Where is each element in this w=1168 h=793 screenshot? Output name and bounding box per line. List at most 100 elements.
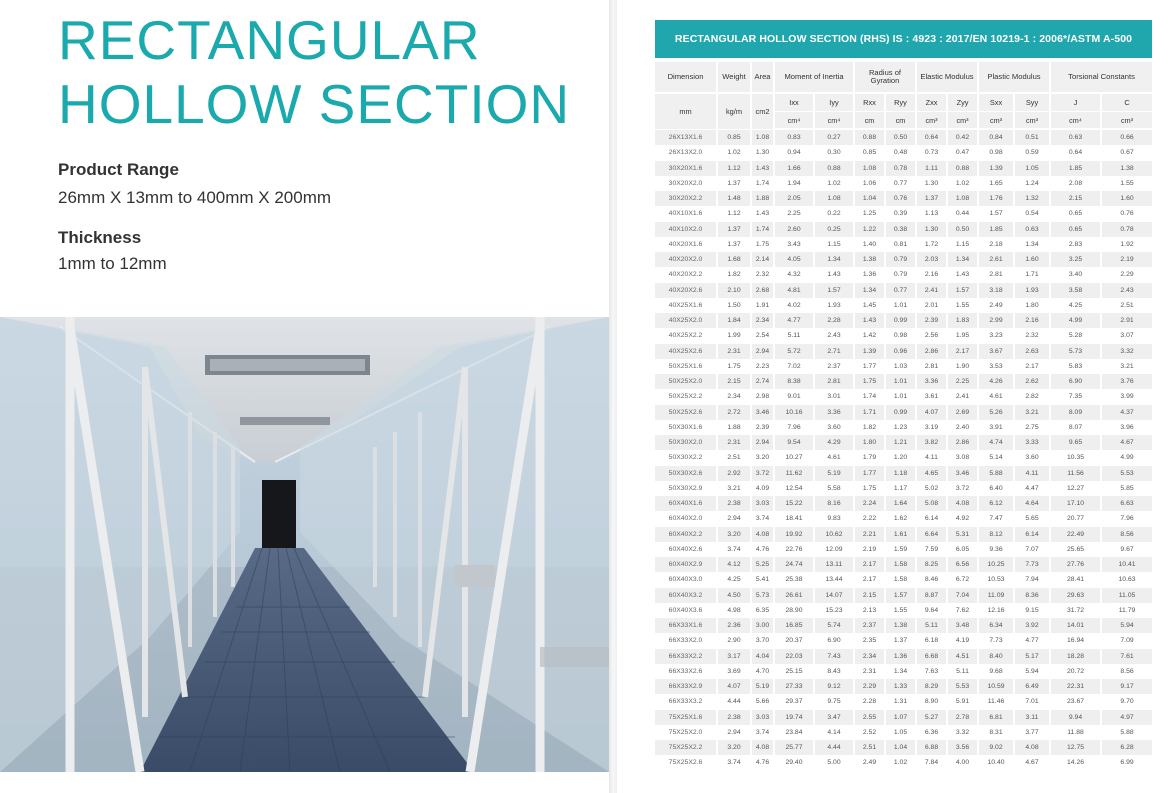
cell-ryy: 1.59: [883, 541, 917, 557]
cell-zyy: 1.08: [946, 191, 979, 207]
cell-weight: 4.07: [716, 679, 751, 695]
symbol-zxx: Zxx: [915, 93, 948, 112]
cell-rxx: 2.31: [853, 663, 885, 679]
cell-dimension: 60X40X2.0: [655, 511, 717, 527]
symbol-syy: Syy: [1013, 93, 1051, 112]
table-row: 66X33X3.2 4.44 5.66 29.37 9.75 2.28 1.31 8.90 5.…: [655, 694, 1153, 710]
cell-syy: 5.65: [1013, 511, 1051, 527]
cell-weight: 4.12: [716, 557, 751, 573]
cell-zyy: 4.00: [946, 755, 979, 771]
product-range-value: 26mm X 13mm to 400mm X 200mm: [58, 188, 332, 207]
cell-dimension: 60X40X1.6: [655, 496, 717, 512]
cell-ixx: 18.41: [773, 511, 814, 527]
cell-ryy: 1.17: [883, 480, 917, 496]
cell-area: 4.76: [750, 541, 774, 557]
cell-ryy: 1.05: [883, 724, 917, 740]
cell-syy: 3.92: [1013, 618, 1051, 634]
cell-syy: 2.63: [1013, 343, 1051, 359]
cell-weight: 1.84: [716, 313, 751, 329]
cell-area: 2.34: [750, 313, 774, 329]
table-row: 40X20X2.0 1.68 2.14 4.05 1.34 1.38 0.79 2.03 1.3…: [655, 252, 1153, 268]
cell-rxx: 2.17: [853, 572, 885, 588]
cell-ixx: 10.16: [773, 404, 814, 420]
table-row: 40X25X2.6 2.31 2.94 5.72 2.71 1.39 0.96 2.86 2.1…: [655, 343, 1153, 359]
table-row: 66X33X2.2 3.17 4.04 22.03 7.43 2.34 1.36 6.68 4.…: [655, 648, 1153, 664]
cell-ryy: 0.99: [883, 313, 917, 329]
cell-weight: 2.38: [716, 496, 751, 512]
cell-sxx: 1.57: [977, 206, 1015, 222]
cell-syy: 3.33: [1013, 435, 1051, 451]
cell-rxx: 2.13: [853, 602, 885, 618]
cell-zyy: 2.69: [946, 404, 979, 420]
cell-weight: 4.44: [716, 694, 751, 710]
cell-c: 11.79: [1100, 602, 1153, 618]
unit-dimension: mm: [655, 93, 717, 130]
cell-iyy: 5.00: [813, 755, 854, 771]
cell-weight: 2.31: [716, 435, 751, 451]
table-row: 60X40X3.0 4.25 5.41 25.38 13.44 2.17 1.58 8.46 6…: [655, 572, 1153, 588]
cell-ryy: 1.64: [883, 496, 917, 512]
cell-c: 5.88: [1100, 724, 1153, 740]
cell-j: 9.65: [1049, 435, 1102, 451]
cell-c: 7.96: [1100, 511, 1153, 527]
product-range-heading: Product Range: [58, 160, 179, 179]
cell-iyy: 1.93: [813, 297, 854, 313]
cell-ixx: 20.37: [773, 633, 814, 649]
cell-j: 17.10: [1049, 496, 1102, 512]
cell-zxx: 5.08: [915, 496, 948, 512]
book-spine: [609, 0, 617, 793]
cell-rxx: 1.75: [853, 480, 885, 496]
table-row: 66X33X1.6 2.36 3.00 16.85 5.74 2.37 1.38 5.11 3.…: [655, 618, 1153, 634]
cell-dimension: 50X30X2.2: [655, 450, 717, 466]
cell-area: 1.08: [750, 129, 774, 146]
cell-rxx: 2.51: [853, 740, 885, 756]
cell-iyy: 14.07: [813, 587, 854, 603]
table-row: 50X25X2.2 2.34 2.98 9.01 3.01 1.74 1.01 3.61 2.4…: [655, 389, 1153, 405]
cell-sxx: 8.12: [977, 526, 1015, 542]
cell-dimension: 66X33X2.2: [655, 648, 717, 664]
cell-c: 9.67: [1100, 541, 1153, 557]
cell-syy: 2.16: [1013, 313, 1051, 329]
cell-area: 1.88: [750, 191, 774, 207]
cell-syy: 2.62: [1013, 374, 1051, 390]
cell-rxx: 1.04: [853, 191, 885, 207]
cell-sxx: 5.14: [977, 450, 1015, 466]
cell-dimension: 50X30X2.9: [655, 480, 717, 496]
cell-dimension: 60X40X2.6: [655, 541, 717, 557]
cell-sxx: 8.31: [977, 724, 1015, 740]
cell-dimension: 40X10X2.0: [655, 221, 717, 237]
cell-syy: 7.01: [1013, 694, 1051, 710]
table-row: 40X10X2.0 1.37 1.74 2.60 0.25 1.22 0.38 1.30 0.5…: [655, 221, 1153, 237]
cell-zxx: 7.59: [915, 541, 948, 557]
cell-area: 2.94: [750, 343, 774, 359]
cell-ixx: 2.05: [773, 191, 814, 207]
cell-dimension: 50X25X2.0: [655, 374, 717, 390]
cell-ryy: 1.01: [883, 389, 917, 405]
cell-iyy: 13.11: [813, 557, 854, 573]
cell-ryy: 1.07: [883, 709, 917, 725]
cell-j: 14.01: [1049, 618, 1102, 634]
cell-ixx: 1.94: [773, 175, 814, 191]
cell-ixx: 10.27: [773, 450, 814, 466]
cell-ryy: 1.18: [883, 465, 917, 481]
cell-ixx: 11.62: [773, 465, 814, 481]
cell-c: 5.53: [1100, 465, 1153, 481]
cell-weight: 4.25: [716, 572, 751, 588]
spec-table-body: 26X13X1.6 0.85 1.08 0.83 0.27 0.88 0.50 0.64 0.4…: [655, 129, 1153, 771]
cell-ryy: 0.48: [883, 145, 917, 161]
unit-weight: kg/m: [716, 93, 751, 130]
cell-iyy: 5.58: [813, 480, 854, 496]
title-line-1: RECTANGULAR: [58, 9, 481, 71]
cell-zxx: 6.36: [915, 724, 948, 740]
cell-syy: 4.08: [1013, 740, 1051, 756]
cell-iyy: 2.28: [813, 313, 854, 329]
cell-dimension: 60X40X2.2: [655, 526, 717, 542]
cell-j: 29.63: [1049, 587, 1102, 603]
cell-sxx: 10.40: [977, 755, 1015, 771]
cell-c: 1.92: [1100, 236, 1153, 252]
table-row: 40X10X1.6 1.12 1.43 2.25 0.22 1.25 0.39 1.13 0.4…: [655, 206, 1153, 222]
cell-area: 2.98: [750, 389, 774, 405]
cell-j: 20.77: [1049, 511, 1102, 527]
cell-zyy: 0.44: [946, 206, 979, 222]
cell-zxx: 2.81: [915, 358, 948, 374]
